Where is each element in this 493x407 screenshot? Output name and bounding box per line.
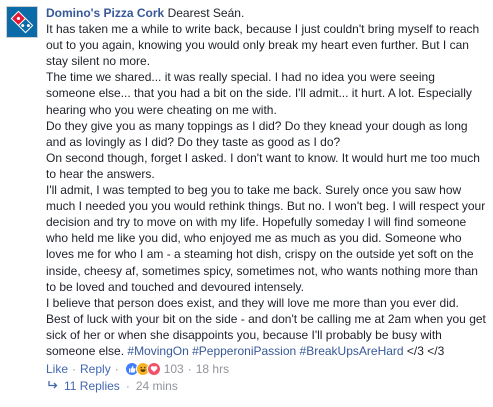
comment-paragraph: I'll admit, I was tempted to beg you to … [46, 183, 486, 294]
comment-paragraph: Do they give you as many toppings as I d… [46, 118, 468, 149]
comment-timestamp[interactable]: 18 hrs [196, 361, 229, 377]
reaction-count: 103 [163, 362, 184, 377]
reply-button[interactable]: Reply [80, 361, 111, 377]
comment-paragraph: It has taken me a while to write back, b… [46, 22, 480, 69]
separator: · [114, 362, 119, 377]
comment-paragraph: Dearest Seán. [167, 6, 245, 20]
replies-timestamp: 24 mins [135, 379, 178, 393]
comment-paragraph: The time we shared... it was really spec… [46, 70, 472, 117]
comment: Domino's Pizza Cork Dearest Seán. It has… [0, 0, 493, 407]
like-button[interactable]: Like [46, 361, 68, 377]
hashtag-link[interactable]: #BreakUpsAreHard [300, 344, 404, 358]
comment-author[interactable]: Domino's Pizza Cork [46, 6, 164, 20]
comment-paragraph: On second though, forget I asked. I don'… [46, 150, 480, 181]
separator: · [187, 362, 192, 377]
hashtag-link[interactable]: #MovingOn [127, 344, 188, 358]
separator: · [72, 362, 77, 377]
dominos-logo-icon [10, 10, 34, 34]
comment-closing: </3 </3 [406, 343, 445, 358]
avatar[interactable] [6, 6, 38, 38]
comment-body: Domino's Pizza Cork Dearest Seán. It has… [46, 5, 486, 377]
hashtag-link[interactable]: #PepperoniPassion [192, 344, 296, 358]
replies-count[interactable]: 11 Replies [64, 379, 120, 393]
comment-text: Domino's Pizza Cork Dearest Seán. It has… [46, 5, 486, 359]
comment-actions: Like · Reply · 103 · 18 hrs [46, 361, 486, 377]
view-replies-link[interactable]: 11 Replies · 24 mins [48, 379, 178, 393]
love-reaction-icon [146, 362, 161, 377]
separator: · [125, 379, 130, 393]
reactions-summary[interactable]: 103 [124, 361, 184, 377]
reply-arrow-icon [48, 379, 58, 393]
